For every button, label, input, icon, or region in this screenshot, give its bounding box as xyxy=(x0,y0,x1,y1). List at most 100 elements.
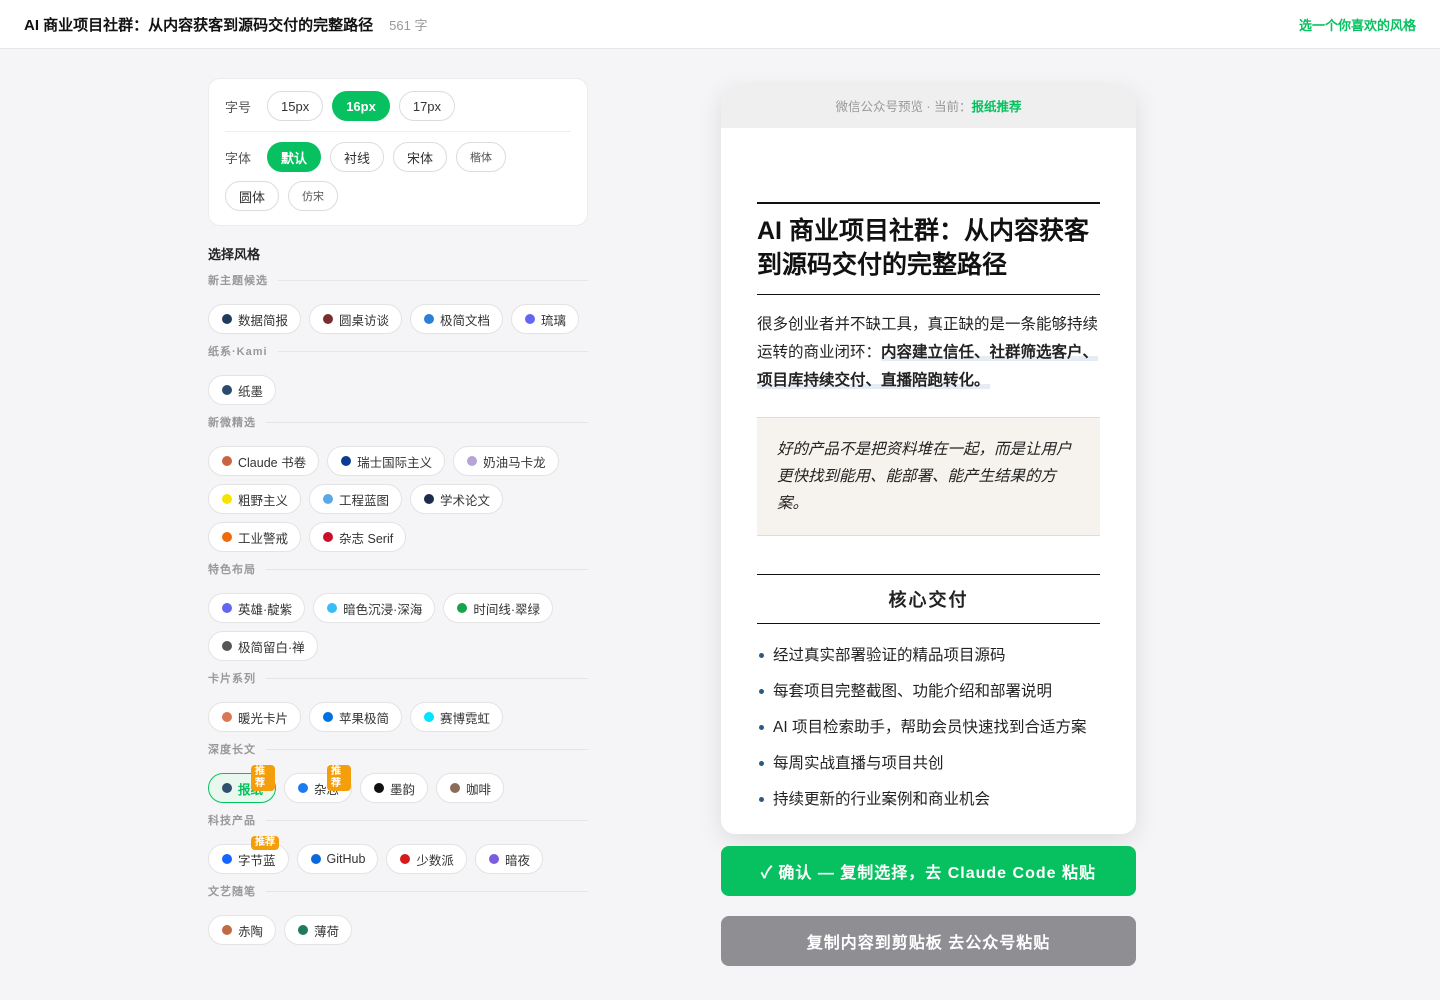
style-group-title: 科技产品 xyxy=(208,812,588,828)
top-bar: AI 商业项目社群：从内容获客到源码交付的完整路径 561 字 选一个你喜欢的风… xyxy=(0,0,1440,49)
font-family-label: 字体 xyxy=(225,150,252,166)
font-family-option[interactable]: 楷体 xyxy=(456,142,507,172)
copy-to-clipboard-button[interactable]: 复制内容到剪贴板 去公众号粘贴 xyxy=(721,916,1136,966)
style-chip-list: 纸墨 xyxy=(208,375,588,405)
list-item: AI 项目检索助手，帮助会员快速找到合适方案 xyxy=(757,714,1100,742)
style-chip-label: 瑞士国际主义 xyxy=(357,455,433,470)
font-size-option[interactable]: 15px xyxy=(267,91,324,121)
wechat-preview[interactable]: 微信公众号预览 · 当前：报纸推荐 AI 商业项目社群：从内容获客到源码交付的完… xyxy=(721,86,1136,834)
color-dot-icon xyxy=(327,603,338,613)
style-chip-label: 工程蓝图 xyxy=(339,493,390,508)
style-chip[interactable]: 琉璃 xyxy=(511,304,580,334)
color-dot-icon xyxy=(222,494,232,504)
style-chip[interactable]: Claude 书卷 xyxy=(208,446,320,476)
divider xyxy=(266,421,588,423)
style-chip-label: 琉璃 xyxy=(541,313,567,328)
style-group-label: 深度长文 xyxy=(208,744,256,756)
style-chip[interactable]: 学术论文 xyxy=(410,484,504,514)
style-chip-label: 暗夜 xyxy=(504,853,530,868)
style-chip[interactable]: 极简文档 xyxy=(410,304,504,334)
color-dot-icon xyxy=(222,712,232,722)
style-chip-list: 报纸 推荐 杂志 推荐 墨韵 咖啡 xyxy=(208,765,588,803)
style-group-title: 文艺随笔 xyxy=(208,883,588,899)
font-size-option[interactable]: 17px xyxy=(398,91,456,121)
style-chip[interactable]: 数据简报 xyxy=(208,304,302,334)
style-chip[interactable]: 工业警戒 xyxy=(208,522,302,552)
style-chip-label: 苹果极简 xyxy=(339,711,390,726)
color-dot-icon xyxy=(222,456,232,466)
color-dot-icon xyxy=(222,925,232,935)
style-chip[interactable]: 咖啡 xyxy=(436,773,505,803)
color-dot-icon xyxy=(424,712,435,722)
color-dot-icon xyxy=(222,385,232,395)
style-chip[interactable]: GitHub xyxy=(296,844,379,874)
style-chip[interactable]: 赤陶 xyxy=(208,915,277,945)
style-chip[interactable]: 工程蓝图 xyxy=(309,484,403,514)
style-chip[interactable]: 赛博霓虹 xyxy=(410,702,504,732)
style-chip[interactable]: 圆桌访谈 xyxy=(309,304,403,334)
font-family-option[interactable]: 默认 xyxy=(267,142,322,172)
preview-quote: 好的产品不是把资料堆在一起，而是让用户更快找到能用、能部署、能产生结果的方案。 xyxy=(757,417,1100,536)
style-chip-list: 数据简报 圆桌访谈 极简文档 琉璃 xyxy=(208,304,588,334)
style-chip[interactable]: 极简留白·禅 xyxy=(208,631,318,661)
style-chip[interactable]: 字节蓝 推荐 xyxy=(208,836,289,874)
style-section-title: 选择风格 xyxy=(208,247,261,262)
style-group-title: 卡片系列 xyxy=(208,670,588,686)
style-chip-label: 暖光卡片 xyxy=(238,711,289,726)
style-chip[interactable]: 杂志 Serif xyxy=(309,522,407,552)
style-chip[interactable]: 报纸 推荐 xyxy=(208,765,277,803)
divider xyxy=(266,819,588,821)
font-family-option[interactable]: 衬线 xyxy=(330,142,385,172)
style-chip[interactable]: 少数派 xyxy=(386,844,467,874)
style-group-label: 新微精选 xyxy=(208,417,256,429)
style-chip[interactable]: 纸墨 xyxy=(208,375,277,405)
style-chip-list: 赤陶 薄荷 xyxy=(208,915,588,945)
list-item: 持续更新的行业案例和商业机会 xyxy=(757,786,1100,814)
style-chip[interactable]: 暗色沉浸·深海 xyxy=(313,593,436,623)
style-chip[interactable]: 瑞士国际主义 xyxy=(327,446,446,476)
style-chip-label: 赤陶 xyxy=(238,924,264,939)
font-size-option[interactable]: 16px xyxy=(332,91,390,121)
style-chip-label: Claude 书卷 xyxy=(238,455,307,470)
choose-style-link[interactable]: 选一个你喜欢的风格 xyxy=(1299,15,1416,34)
style-chip[interactable]: 杂志 推荐 xyxy=(284,765,353,803)
style-chip-label: 薄荷 xyxy=(314,924,340,939)
style-chip[interactable]: 苹果极简 xyxy=(309,702,403,732)
color-dot-icon xyxy=(222,854,232,864)
font-family-option[interactable]: 仿宋 xyxy=(288,181,339,211)
font-family-option[interactable]: 圆体 xyxy=(225,181,280,211)
style-chip[interactable]: 奶油马卡龙 xyxy=(453,446,559,476)
preview-list: 经过真实部署验证的精品项目源码 每套项目完整截图、功能介绍和部署说明 AI 项目检索… xyxy=(757,642,1100,814)
style-chip[interactable]: 薄荷 xyxy=(284,915,353,945)
style-chip[interactable]: 暖光卡片 xyxy=(208,702,302,732)
style-chip-label: GitHub xyxy=(326,852,366,866)
style-groups: 新主题候选 数据简报 圆桌访谈 极简文档 琉璃 纸系·Kami 纸墨 新微精选 Claude 书… xyxy=(208,272,588,945)
style-group-title: 新主题候选 xyxy=(208,272,588,288)
recommended-badge: 推荐 xyxy=(327,765,352,791)
style-chip[interactable]: 英雄·靛紫 xyxy=(208,593,306,623)
color-dot-icon xyxy=(323,494,334,504)
style-chip-label: 纸墨 xyxy=(238,384,264,399)
style-chip-label: 极简文档 xyxy=(440,313,491,328)
style-group-title: 深度长文 xyxy=(208,741,588,757)
divider xyxy=(278,279,588,281)
style-chip[interactable]: 粗野主义 xyxy=(208,484,302,514)
style-chip[interactable]: 暗夜 xyxy=(474,844,543,874)
style-chip[interactable]: 墨韵 xyxy=(360,773,429,803)
word-count: 561 字 xyxy=(389,17,428,33)
style-chip-label: 学术论文 xyxy=(440,493,491,508)
preview-title: AI 商业项目社群：从内容获客到源码交付的完整路径 xyxy=(757,202,1100,295)
color-dot-icon xyxy=(298,925,309,935)
style-panel: 字号 15px 16px 17px 字体 默认 衬线 宋体 楷体 圆体 仿宋 选择风格 新主题… xyxy=(208,78,588,949)
style-chip-label: 工业警戒 xyxy=(238,531,289,546)
style-group-label: 卡片系列 xyxy=(208,673,256,685)
color-dot-icon xyxy=(424,314,435,324)
color-dot-icon xyxy=(323,712,334,722)
style-chip[interactable]: 时间线·翠绿 xyxy=(443,593,554,623)
style-chip-label: 数据简报 xyxy=(238,313,289,328)
font-size-row: 字号 15px 16px 17px xyxy=(225,91,571,132)
color-dot-icon xyxy=(310,854,321,864)
style-chip-list: 暖光卡片 苹果极简 赛博霓虹 xyxy=(208,702,588,732)
confirm-button[interactable]: ✓ 确认 — 复制选择，去 Claude Code 粘贴 xyxy=(721,846,1136,896)
font-family-option[interactable]: 宋体 xyxy=(393,142,448,172)
